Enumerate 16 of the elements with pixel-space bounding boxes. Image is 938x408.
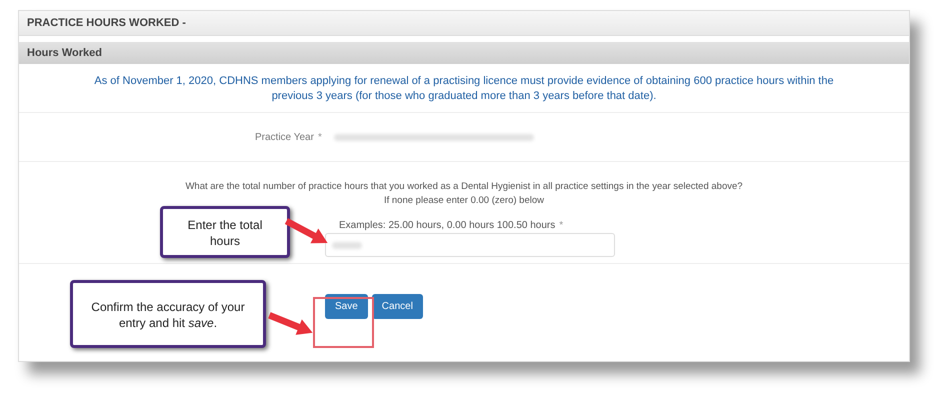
question-text: What are the total number of practice hours that you worked as a Dental Hygienist in all practice settings in the year selected above? bbox=[185, 180, 743, 194]
form-button[interactable]: Cancel bbox=[372, 294, 423, 319]
field-label: Practice Year bbox=[255, 132, 314, 142]
question-text: If none please enter 0.00 (zero) below bbox=[384, 194, 544, 208]
callout-box: Enter the total hours bbox=[160, 206, 290, 258]
notice-text: As of November 1, 2020, CDHNS members applying for renewal of a practising licence must provide evidence of obtaining 600 practice hours within the bbox=[94, 74, 834, 89]
required-mark: * bbox=[318, 132, 322, 142]
field-label: Examples: 25.00 hours, 0.00 hours 100.50 hours bbox=[339, 220, 556, 231]
hours-input[interactable] bbox=[325, 233, 615, 257]
form-button[interactable]: Save bbox=[325, 294, 368, 319]
callout-box: Confirm the accuracy of your entry and hit save. bbox=[70, 280, 266, 348]
highlight-rectangle bbox=[313, 297, 374, 348]
panel-title: PRACTICE HOURS WORKED - bbox=[27, 17, 186, 29]
notice-text: previous 3 years (for those who graduated more than 3 years before that date). bbox=[272, 89, 656, 104]
required-mark: * bbox=[559, 220, 564, 231]
section-title: Hours Worked bbox=[27, 47, 102, 59]
